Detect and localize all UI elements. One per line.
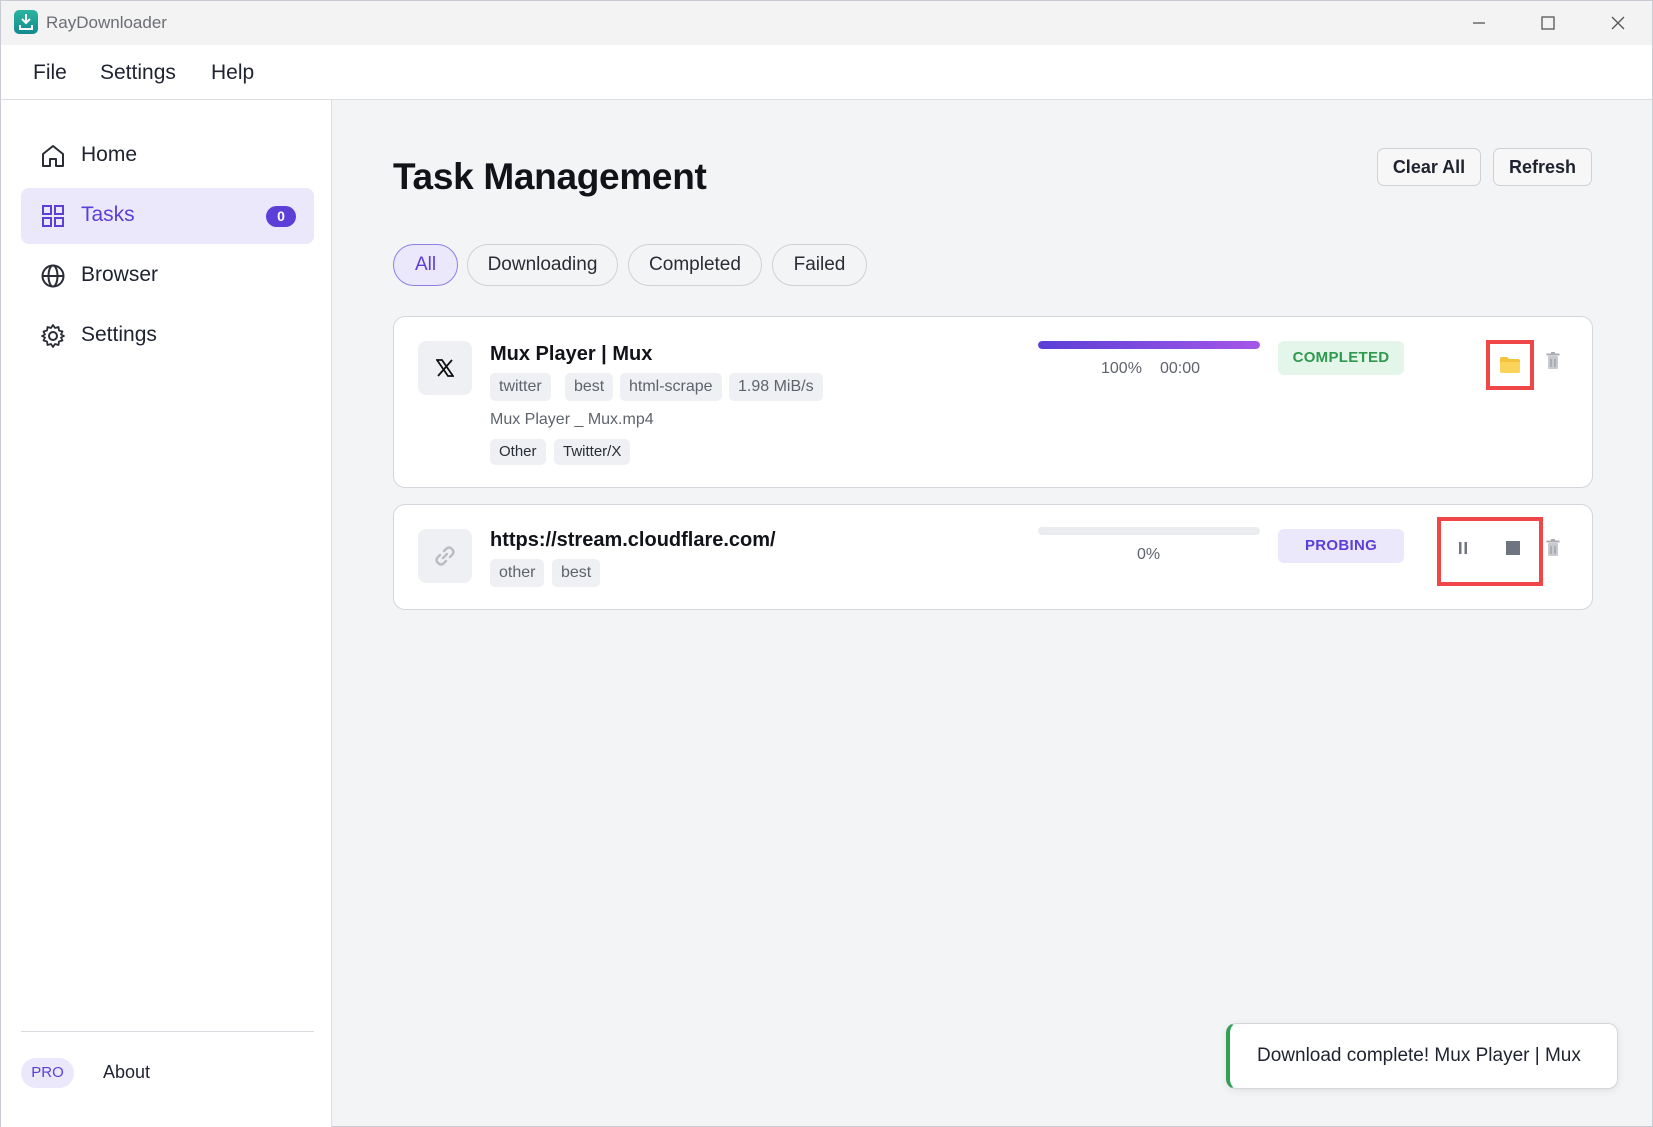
filter-tab-failed[interactable]: Failed xyxy=(772,244,867,286)
menu-bar: File Settings Help xyxy=(1,45,1652,100)
task-speed-tag: 1.98 MiB/s xyxy=(729,373,823,401)
sidebar-item-label: Tasks xyxy=(81,203,135,226)
folder-icon xyxy=(1500,357,1520,373)
stop-icon xyxy=(1506,541,1520,555)
home-icon xyxy=(42,145,64,167)
trash-icon xyxy=(1546,352,1560,369)
task-card: https://stream.cloudflare.com/ other bes… xyxy=(393,504,1593,610)
open-folder-button[interactable] xyxy=(1496,351,1524,379)
menu-file[interactable]: File xyxy=(33,61,67,85)
pro-badge: PRO xyxy=(21,1058,74,1088)
close-icon xyxy=(1611,16,1625,30)
globe-icon xyxy=(41,264,65,288)
task-tag: best xyxy=(552,559,601,587)
gear-icon xyxy=(41,324,65,348)
page-title: Task Management xyxy=(393,156,707,197)
delete-button[interactable] xyxy=(1539,347,1567,375)
grid-icon xyxy=(42,205,64,227)
status-badge: COMPLETED xyxy=(1278,341,1404,375)
toast-notification: Download complete! Mux Player | Mux xyxy=(1226,1023,1618,1089)
task-tag: twitter xyxy=(490,373,551,401)
task-count-badge: 0 xyxy=(266,206,296,227)
refresh-button[interactable]: Refresh xyxy=(1493,148,1592,186)
progress-percent: 0% xyxy=(1137,546,1161,563)
sidebar-item-settings[interactable]: Settings xyxy=(21,308,314,364)
maximize-icon xyxy=(1541,16,1555,30)
minimize-icon xyxy=(1473,22,1485,24)
task-tag: other xyxy=(490,559,545,587)
task-tag: best xyxy=(565,373,614,401)
window-title: RayDownloader xyxy=(46,13,167,32)
x-logo-icon xyxy=(418,341,472,395)
sidebar-item-label: Home xyxy=(81,143,138,166)
menu-help[interactable]: Help xyxy=(211,61,254,85)
task-title: Mux Player | Mux xyxy=(490,343,653,365)
app-window: RayDownloader File Settings Help Home Ta… xyxy=(0,0,1653,1127)
filter-tab-downloading[interactable]: Downloading xyxy=(467,244,618,286)
sidebar-divider xyxy=(21,1031,314,1032)
clear-all-button[interactable]: Clear All xyxy=(1377,148,1481,186)
task-title: https://stream.cloudflare.com/ xyxy=(490,529,776,551)
minimize-button[interactable] xyxy=(1459,9,1499,37)
progress-fill xyxy=(1038,341,1260,349)
pause-icon xyxy=(1459,542,1467,554)
progress-percent: 100% xyxy=(1101,360,1142,377)
maximize-button[interactable] xyxy=(1528,9,1568,37)
link-icon xyxy=(418,529,472,583)
sidebar-item-tasks[interactable]: Tasks 0 xyxy=(21,188,314,244)
close-button[interactable] xyxy=(1598,9,1638,37)
stop-button[interactable] xyxy=(1499,534,1527,562)
task-category-tag: Other xyxy=(490,439,546,465)
filter-tab-all[interactable]: All xyxy=(393,244,458,286)
sidebar: Home Tasks 0 Browser Settings PRO About xyxy=(1,100,332,1127)
task-tag: html-scrape xyxy=(620,373,722,401)
trash-icon xyxy=(1546,539,1560,556)
task-filename: Mux Player _ Mux.mp4 xyxy=(490,411,654,428)
sidebar-item-home[interactable]: Home xyxy=(21,128,314,184)
filter-tab-completed[interactable]: Completed xyxy=(628,244,762,286)
pause-button[interactable] xyxy=(1449,534,1477,562)
app-logo-icon xyxy=(14,10,38,34)
sidebar-item-browser[interactable]: Browser xyxy=(21,248,314,304)
menu-settings[interactable]: Settings xyxy=(100,61,176,85)
progress-time: 00:00 xyxy=(1160,360,1201,377)
title-bar: RayDownloader xyxy=(1,1,1652,45)
main-content: Task Management Clear All Refresh All Do… xyxy=(333,100,1653,1127)
progress-bar xyxy=(1038,527,1260,535)
status-badge: PROBING xyxy=(1278,529,1404,563)
progress-bar xyxy=(1038,341,1260,349)
sidebar-item-label: Settings xyxy=(81,323,157,346)
task-card: Mux Player | Mux twitter best html-scrap… xyxy=(393,316,1593,488)
delete-button[interactable] xyxy=(1539,534,1567,562)
toast-message: Download complete! Mux Player | Mux xyxy=(1257,1045,1581,1066)
sidebar-item-label: Browser xyxy=(81,263,159,286)
task-platform-tag: Twitter/X xyxy=(554,439,631,465)
about-link[interactable]: About xyxy=(103,1062,150,1083)
